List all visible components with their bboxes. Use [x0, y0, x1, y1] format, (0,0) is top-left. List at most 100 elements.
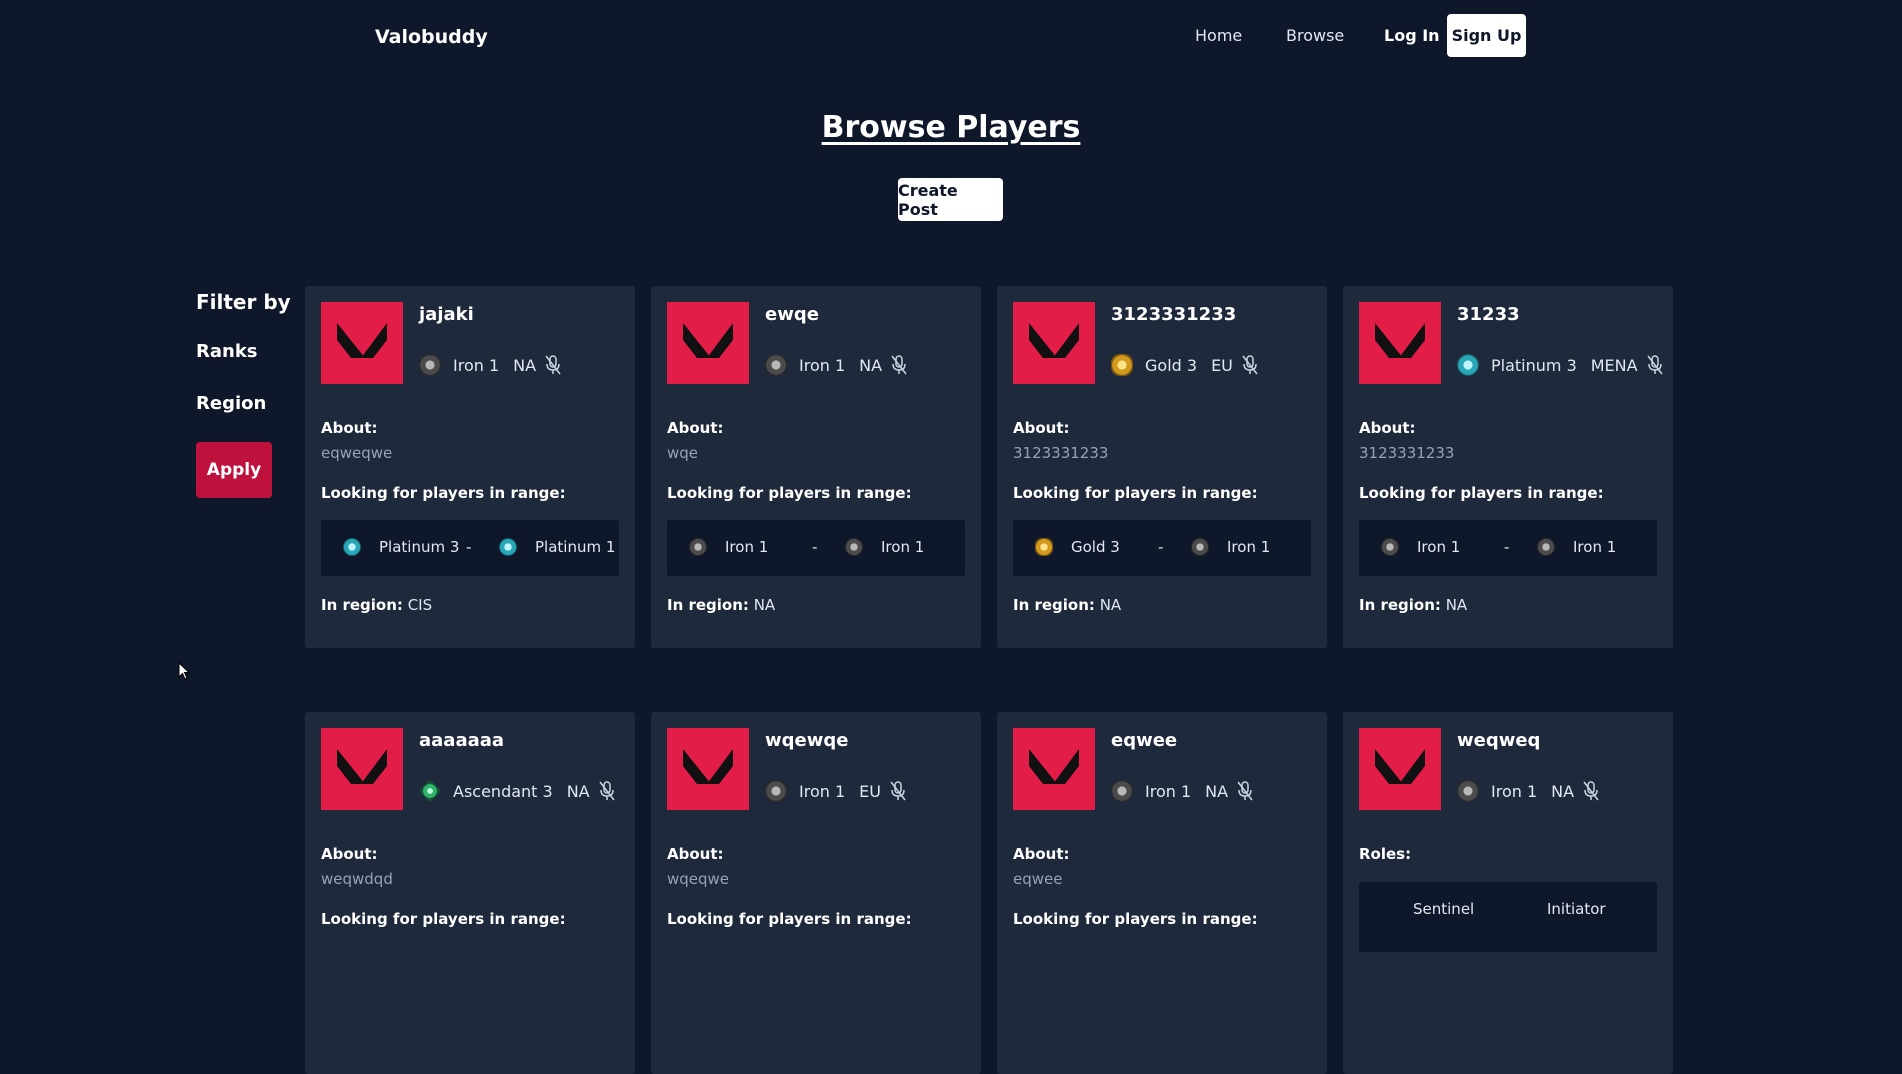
rank-icon: [1191, 538, 1209, 556]
nav-login-link[interactable]: Log In: [1384, 26, 1440, 45]
player-region: NA: [859, 355, 883, 375]
player-card[interactable]: 31233 Platinum 3 MENA About: 3123331233 …: [1343, 286, 1673, 648]
player-card[interactable]: 3123331233 Gold 3 EU About: 3123331233 L…: [997, 286, 1327, 648]
in-region: In region: NA: [667, 596, 775, 614]
rank-icon: [499, 538, 517, 556]
player-name: 3123331233: [1111, 304, 1237, 325]
looking-label: Looking for players in range:: [1013, 910, 1258, 928]
mic-off-icon: [544, 354, 562, 376]
filter-region[interactable]: Region: [196, 393, 291, 414]
mic-off-icon: [1582, 780, 1600, 802]
signup-button[interactable]: Sign Up: [1447, 14, 1526, 57]
player-card[interactable]: eqwee Iron 1 NA About: eqwee Looking for…: [997, 712, 1327, 1074]
navbar: Valobuddy Home Browse Log In Sign Up: [0, 0, 1902, 74]
looking-label: Looking for players in range:: [321, 910, 566, 928]
rank-icon: [418, 779, 442, 803]
player-info: Iron 1 NA: [765, 354, 908, 376]
valorant-logo-icon: [1029, 746, 1079, 792]
filter-title: Filter by: [196, 290, 291, 314]
player-rank: Iron 1: [1491, 781, 1538, 801]
about-label: About:: [321, 845, 378, 863]
apply-button[interactable]: Apply: [196, 442, 272, 498]
player-region: NA: [1205, 781, 1229, 801]
player-name: eqwee: [1111, 730, 1178, 751]
player-info: Gold 3 EU: [1111, 354, 1259, 376]
player-card[interactable]: jajaki Iron 1 NA About: eqweqwe Looking …: [305, 286, 635, 648]
in-region-value: NA: [1099, 596, 1122, 614]
range-from-rank: Gold 3: [1071, 538, 1120, 556]
player-name: wqewqe: [765, 730, 849, 751]
looking-label: Looking for players in range:: [1013, 484, 1258, 502]
range-separator: -: [466, 538, 472, 556]
player-card[interactable]: ewqe Iron 1 NA About: wqe Looking for pl…: [651, 286, 981, 648]
range-from: Gold 3: [1035, 538, 1120, 556]
about-text: 3123331233: [1013, 444, 1109, 462]
player-name: weqweq: [1457, 730, 1541, 751]
player-name: ewqe: [765, 304, 819, 325]
valorant-logo-icon: [1375, 320, 1425, 366]
valorant-logo-icon: [683, 320, 733, 366]
rank-range-box: Platinum 3 - Platinum 1: [321, 520, 619, 576]
mic-off-icon: [1646, 354, 1664, 376]
player-info: Iron 1 NA: [1111, 780, 1254, 802]
nav-home-link[interactable]: Home: [1195, 26, 1242, 45]
in-region: In region: CIS: [321, 596, 432, 614]
mic-off-icon: [889, 780, 907, 802]
rank-icon: [1111, 780, 1133, 802]
range-from-rank: Iron 1: [725, 538, 769, 556]
filter-panel: Filter by Ranks Region: [196, 290, 291, 445]
range-from: Iron 1: [1381, 538, 1460, 556]
avatar: [667, 728, 749, 810]
player-name: aaaaaaa: [419, 730, 505, 751]
filter-ranks[interactable]: Ranks: [196, 341, 291, 362]
player-region: MENA: [1590, 355, 1638, 375]
about-label: About:: [1013, 419, 1070, 437]
player-info: Iron 1 EU: [765, 780, 907, 802]
about-label: About:: [667, 845, 724, 863]
about-text: wqe: [667, 444, 699, 462]
mic-off-icon: [1236, 780, 1254, 802]
rank-icon: [1457, 780, 1479, 802]
range-to: Platinum 1: [499, 538, 615, 556]
create-post-button[interactable]: Create Post: [898, 178, 1003, 221]
player-region: EU: [859, 781, 881, 801]
player-region: NA: [513, 355, 537, 375]
in-region-label: In region:: [1359, 596, 1441, 614]
player-info: Ascendant 3 NA: [418, 779, 616, 803]
nav-browse-link[interactable]: Browse: [1286, 26, 1344, 45]
in-region-label: In region:: [321, 596, 403, 614]
roles-box: Sentinel Initiator: [1359, 882, 1657, 952]
player-card[interactable]: aaaaaaa Ascendant 3 NA About: weqwdqd Lo…: [305, 712, 635, 1074]
range-to-rank: Iron 1: [1573, 538, 1617, 556]
rank-icon: [845, 538, 863, 556]
player-region: NA: [566, 781, 590, 801]
rank-icon: [419, 354, 441, 376]
range-from-rank: Iron 1: [1417, 538, 1461, 556]
rank-icon: [1457, 354, 1479, 376]
player-info: Iron 1 NA: [1457, 780, 1600, 802]
valorant-logo-icon: [1029, 320, 1079, 366]
about-text: wqeqwe: [667, 870, 730, 888]
brand-logo[interactable]: Valobuddy: [375, 26, 488, 48]
player-region: EU: [1211, 355, 1233, 375]
avatar: [1359, 302, 1441, 384]
in-region: In region: NA: [1013, 596, 1121, 614]
about-text: weqwdqd: [321, 870, 393, 888]
avatar: [1013, 302, 1095, 384]
rank-icon: [1111, 354, 1133, 376]
valorant-logo-icon: [1375, 746, 1425, 792]
about-text: eqwee: [1013, 870, 1063, 888]
avatar: [321, 302, 403, 384]
role-item: Initiator: [1547, 900, 1606, 918]
player-region: NA: [1551, 781, 1575, 801]
valorant-logo-icon: [337, 746, 387, 792]
mic-off-icon: [598, 780, 616, 802]
rank-icon: [343, 538, 361, 556]
range-separator: -: [812, 538, 818, 556]
player-card[interactable]: weqweq Iron 1 NA Roles: Sentinel Initiat…: [1343, 712, 1673, 1074]
in-region: In region: NA: [1359, 596, 1467, 614]
looking-label: Looking for players in range:: [667, 910, 912, 928]
player-card[interactable]: wqewqe Iron 1 EU About: wqeqwe Looking f…: [651, 712, 981, 1074]
in-region-value: CIS: [407, 596, 433, 614]
avatar: [667, 302, 749, 384]
